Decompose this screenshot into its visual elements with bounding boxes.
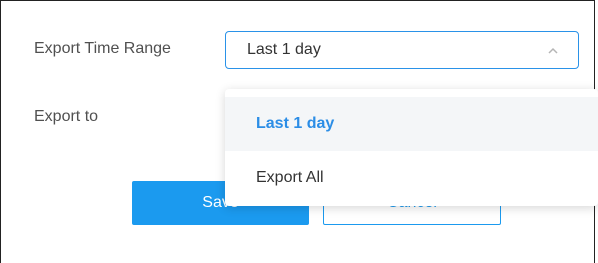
export-to-label: Export to <box>34 108 99 125</box>
dropdown-option-last-1-day[interactable]: Last 1 day <box>225 97 598 151</box>
dropdown-option-export-all[interactable]: Export All <box>225 151 598 205</box>
export-time-range-label: Export Time Range <box>34 40 171 57</box>
time-range-select-value: Last 1 day <box>247 41 321 58</box>
time-range-dropdown: Last 1 day Export All <box>225 89 598 206</box>
chevron-up-icon <box>548 47 558 54</box>
time-range-select[interactable]: Last 1 day <box>225 31 579 69</box>
